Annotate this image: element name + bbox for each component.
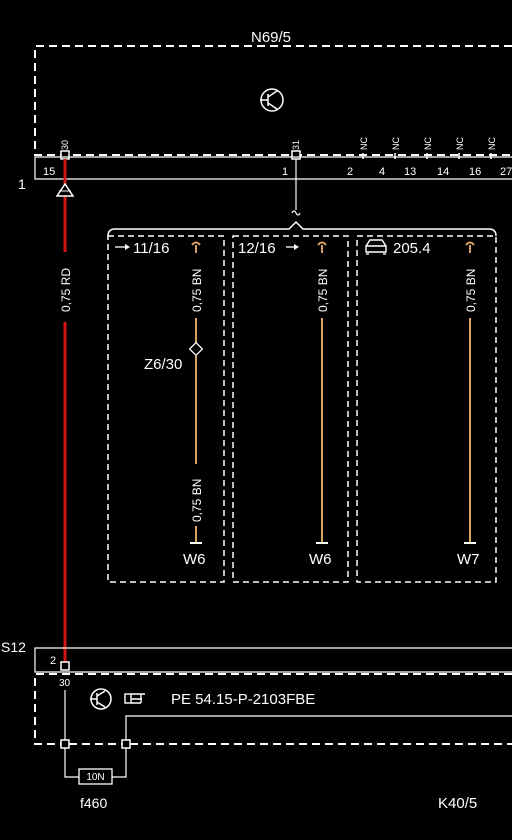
module-k40-5-boundary bbox=[34, 673, 512, 745]
connector-27: 27 bbox=[500, 166, 512, 178]
connector-13: 13 bbox=[404, 166, 416, 178]
pin-31-label: 31 bbox=[291, 140, 301, 150]
splice-diamond-icon bbox=[188, 341, 204, 357]
variant-ref-1: 11/16 bbox=[133, 240, 169, 257]
bus-pin-label: 2 bbox=[50, 655, 56, 667]
connector-cap bbox=[465, 241, 475, 246]
splice-label: Z6/30 bbox=[144, 356, 182, 373]
transistor-icon bbox=[260, 88, 284, 112]
variant1-wire-lower-label: 0,75 BN bbox=[190, 479, 204, 522]
wiring-diagram: N69/5 30 31 NC NC NC NC NC 1 15 1 2 4 13… bbox=[1, 29, 512, 812]
ground-row-label: 1 bbox=[18, 176, 26, 192]
variant-box-1 bbox=[107, 235, 225, 583]
nc-label: NC bbox=[391, 137, 401, 150]
pin-30-bottom bbox=[60, 661, 70, 671]
pin-30-bottom-label: 30 bbox=[59, 678, 71, 689]
connector-1: 1 bbox=[282, 166, 288, 178]
variant2-wire-label: 0,75 BN bbox=[316, 269, 330, 312]
pin-30-top: 30 bbox=[60, 140, 70, 160]
fuse-rating: 10N bbox=[86, 772, 104, 783]
ground-w7-label: W7 bbox=[457, 551, 480, 568]
connector-16: 16 bbox=[469, 166, 481, 178]
variant-ref-2: 12/16 bbox=[238, 240, 276, 257]
wave-break-icon bbox=[291, 210, 301, 216]
nc-label: NC bbox=[455, 137, 465, 150]
reference-link[interactable]: PE 54.15-P-2103FBE bbox=[171, 691, 315, 708]
connector-15: 15 bbox=[43, 166, 55, 178]
connector-cap bbox=[191, 241, 201, 246]
ground-w6-label: W6 bbox=[309, 551, 332, 568]
variant1-wire-upper-label: 0,75 BN bbox=[190, 269, 204, 312]
transistor-icon bbox=[90, 688, 112, 710]
module-n69-5-boundary bbox=[34, 45, 512, 156]
bus-strip-s12 bbox=[34, 647, 512, 673]
arrow-right-icon bbox=[286, 244, 299, 250]
bus-s12-label: S12 bbox=[1, 639, 26, 655]
pin-30-label: 30 bbox=[60, 140, 70, 150]
nc-label: NC bbox=[423, 137, 433, 150]
nc-label: NC bbox=[487, 137, 497, 150]
pin-31-top: 31 bbox=[291, 140, 301, 160]
arrow-right-icon bbox=[115, 244, 130, 250]
nc-label: NC bbox=[359, 137, 369, 150]
variant3-wire-label: 0,75 BN bbox=[464, 269, 478, 312]
relay-name: K40/5 bbox=[438, 795, 477, 812]
fuse-name: f460 bbox=[80, 795, 107, 811]
connector-14: 14 bbox=[437, 166, 449, 178]
connector-4: 4 bbox=[379, 166, 385, 178]
triangle-marker-icon bbox=[55, 182, 75, 197]
pointing-hand-icon bbox=[124, 693, 145, 704]
variant-box-2 bbox=[232, 235, 349, 583]
variant-model-3: 205.4 bbox=[393, 240, 431, 257]
connector-cap bbox=[317, 241, 327, 246]
car-icon bbox=[365, 239, 387, 255]
main-wire-label: 0,75 RD bbox=[59, 268, 73, 312]
ground-w6-label: W6 bbox=[183, 551, 206, 568]
connector-2: 2 bbox=[347, 166, 353, 178]
variant-bracket bbox=[107, 220, 497, 237]
module-title-n69-5: N69/5 bbox=[251, 29, 291, 46]
pin-fuse-left bbox=[60, 739, 70, 749]
pin-fuse-right bbox=[121, 739, 131, 749]
